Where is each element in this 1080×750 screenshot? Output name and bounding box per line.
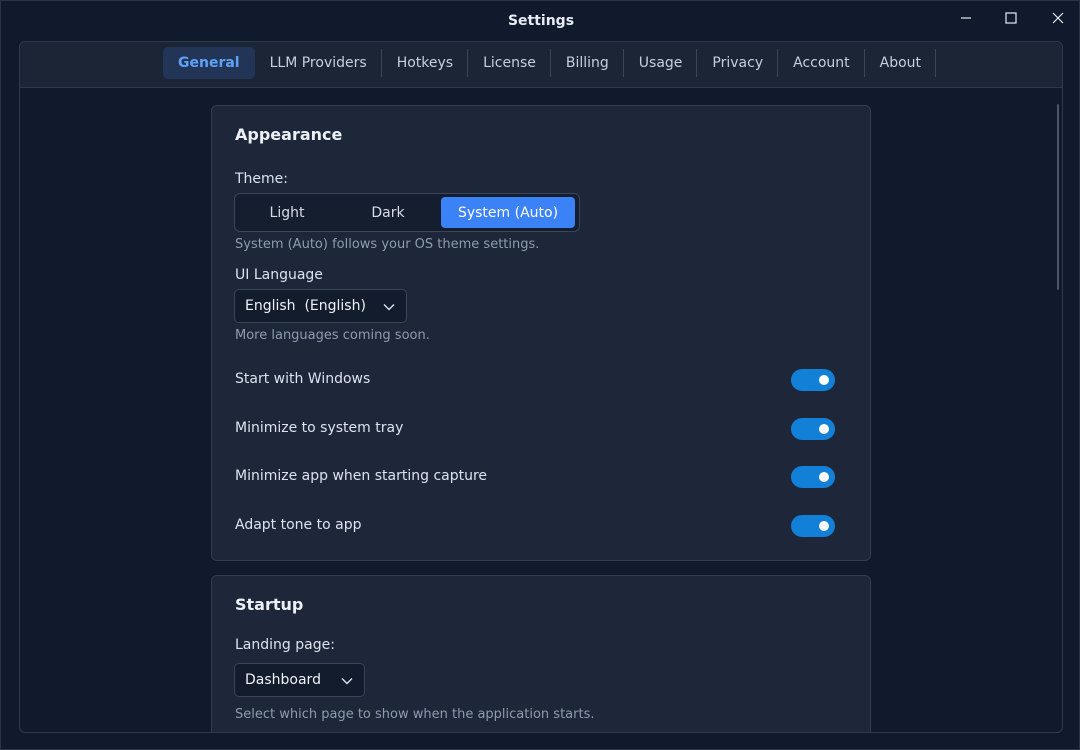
- toggle-knob: [819, 375, 829, 385]
- theme-option-light[interactable]: Light: [238, 197, 336, 228]
- minimize-icon: [961, 17, 971, 19]
- toggle-label-start-with-windows: Start with Windows: [235, 371, 371, 387]
- minimize-to-tray-toggle[interactable]: [791, 418, 835, 440]
- tab-list: General LLM Providers Hotkeys License Bi…: [163, 47, 937, 79]
- close-icon: [1052, 12, 1064, 24]
- theme-hint: System (Auto) follows your OS theme sett…: [235, 237, 540, 252]
- startup-title: Startup: [235, 595, 304, 614]
- minimize-button[interactable]: [943, 3, 989, 33]
- tab-billing[interactable]: Billing: [551, 47, 624, 79]
- language-hint: More languages coming soon.: [235, 328, 430, 343]
- scrollbar-thumb[interactable]: [1057, 104, 1059, 290]
- landing-page-label: Landing page:: [235, 637, 335, 653]
- toggle-label-adapt-tone: Adapt tone to app: [235, 517, 362, 533]
- minimize-on-capture-toggle[interactable]: [791, 466, 835, 488]
- tab-privacy[interactable]: Privacy: [697, 47, 778, 79]
- toggle-knob: [819, 521, 829, 531]
- tab-bar: General LLM Providers Hotkeys License Bi…: [20, 42, 1062, 88]
- toggle-knob: [819, 424, 829, 434]
- tab-llm-providers[interactable]: LLM Providers: [255, 47, 382, 79]
- adapt-tone-toggle[interactable]: [791, 515, 835, 537]
- chevron-down-icon: [383, 304, 395, 311]
- landing-page-hint: Select which page to show when the appli…: [235, 707, 595, 722]
- theme-option-system[interactable]: System (Auto): [441, 197, 575, 228]
- appearance-card: Appearance Theme: Light Dark System (Aut…: [211, 105, 871, 561]
- appearance-title: Appearance: [235, 125, 343, 144]
- landing-page-value: Dashboard: [245, 672, 321, 688]
- maximize-icon: [1005, 12, 1017, 24]
- settings-frame: General LLM Providers Hotkeys License Bi…: [19, 41, 1063, 733]
- window-title: Settings: [507, 13, 575, 29]
- start-with-windows-toggle[interactable]: [791, 369, 835, 391]
- toggle-knob: [819, 472, 829, 482]
- tab-account[interactable]: Account: [778, 47, 865, 79]
- startup-card: Startup Landing page: Dashboard Select w…: [211, 575, 871, 732]
- theme-selector: Light Dark System (Auto): [234, 193, 580, 232]
- tab-license[interactable]: License: [468, 47, 551, 79]
- chevron-down-icon: [341, 678, 353, 685]
- tab-about[interactable]: About: [865, 47, 937, 79]
- toggle-label-minimize-on-capture: Minimize app when starting capture: [235, 468, 488, 484]
- tab-general[interactable]: General: [163, 47, 255, 79]
- settings-scroll-area[interactable]: Appearance Theme: Light Dark System (Aut…: [20, 88, 1062, 732]
- toggle-label-minimize-to-tray: Minimize to system tray: [235, 420, 404, 436]
- tab-hotkeys[interactable]: Hotkeys: [382, 47, 469, 79]
- landing-page-select[interactable]: Dashboard: [234, 663, 365, 697]
- tab-usage[interactable]: Usage: [624, 47, 698, 79]
- language-select[interactable]: English (English): [234, 289, 407, 323]
- language-select-value: English (English): [245, 298, 366, 314]
- title-bar: Settings: [1, 1, 1080, 41]
- language-label: UI Language: [235, 267, 323, 283]
- theme-label: Theme:: [235, 171, 289, 187]
- theme-option-dark[interactable]: Dark: [339, 197, 437, 228]
- close-button[interactable]: [1035, 3, 1080, 33]
- settings-window: Settings General LLM Providers Hotkeys L…: [0, 0, 1080, 750]
- maximize-button[interactable]: [988, 3, 1034, 33]
